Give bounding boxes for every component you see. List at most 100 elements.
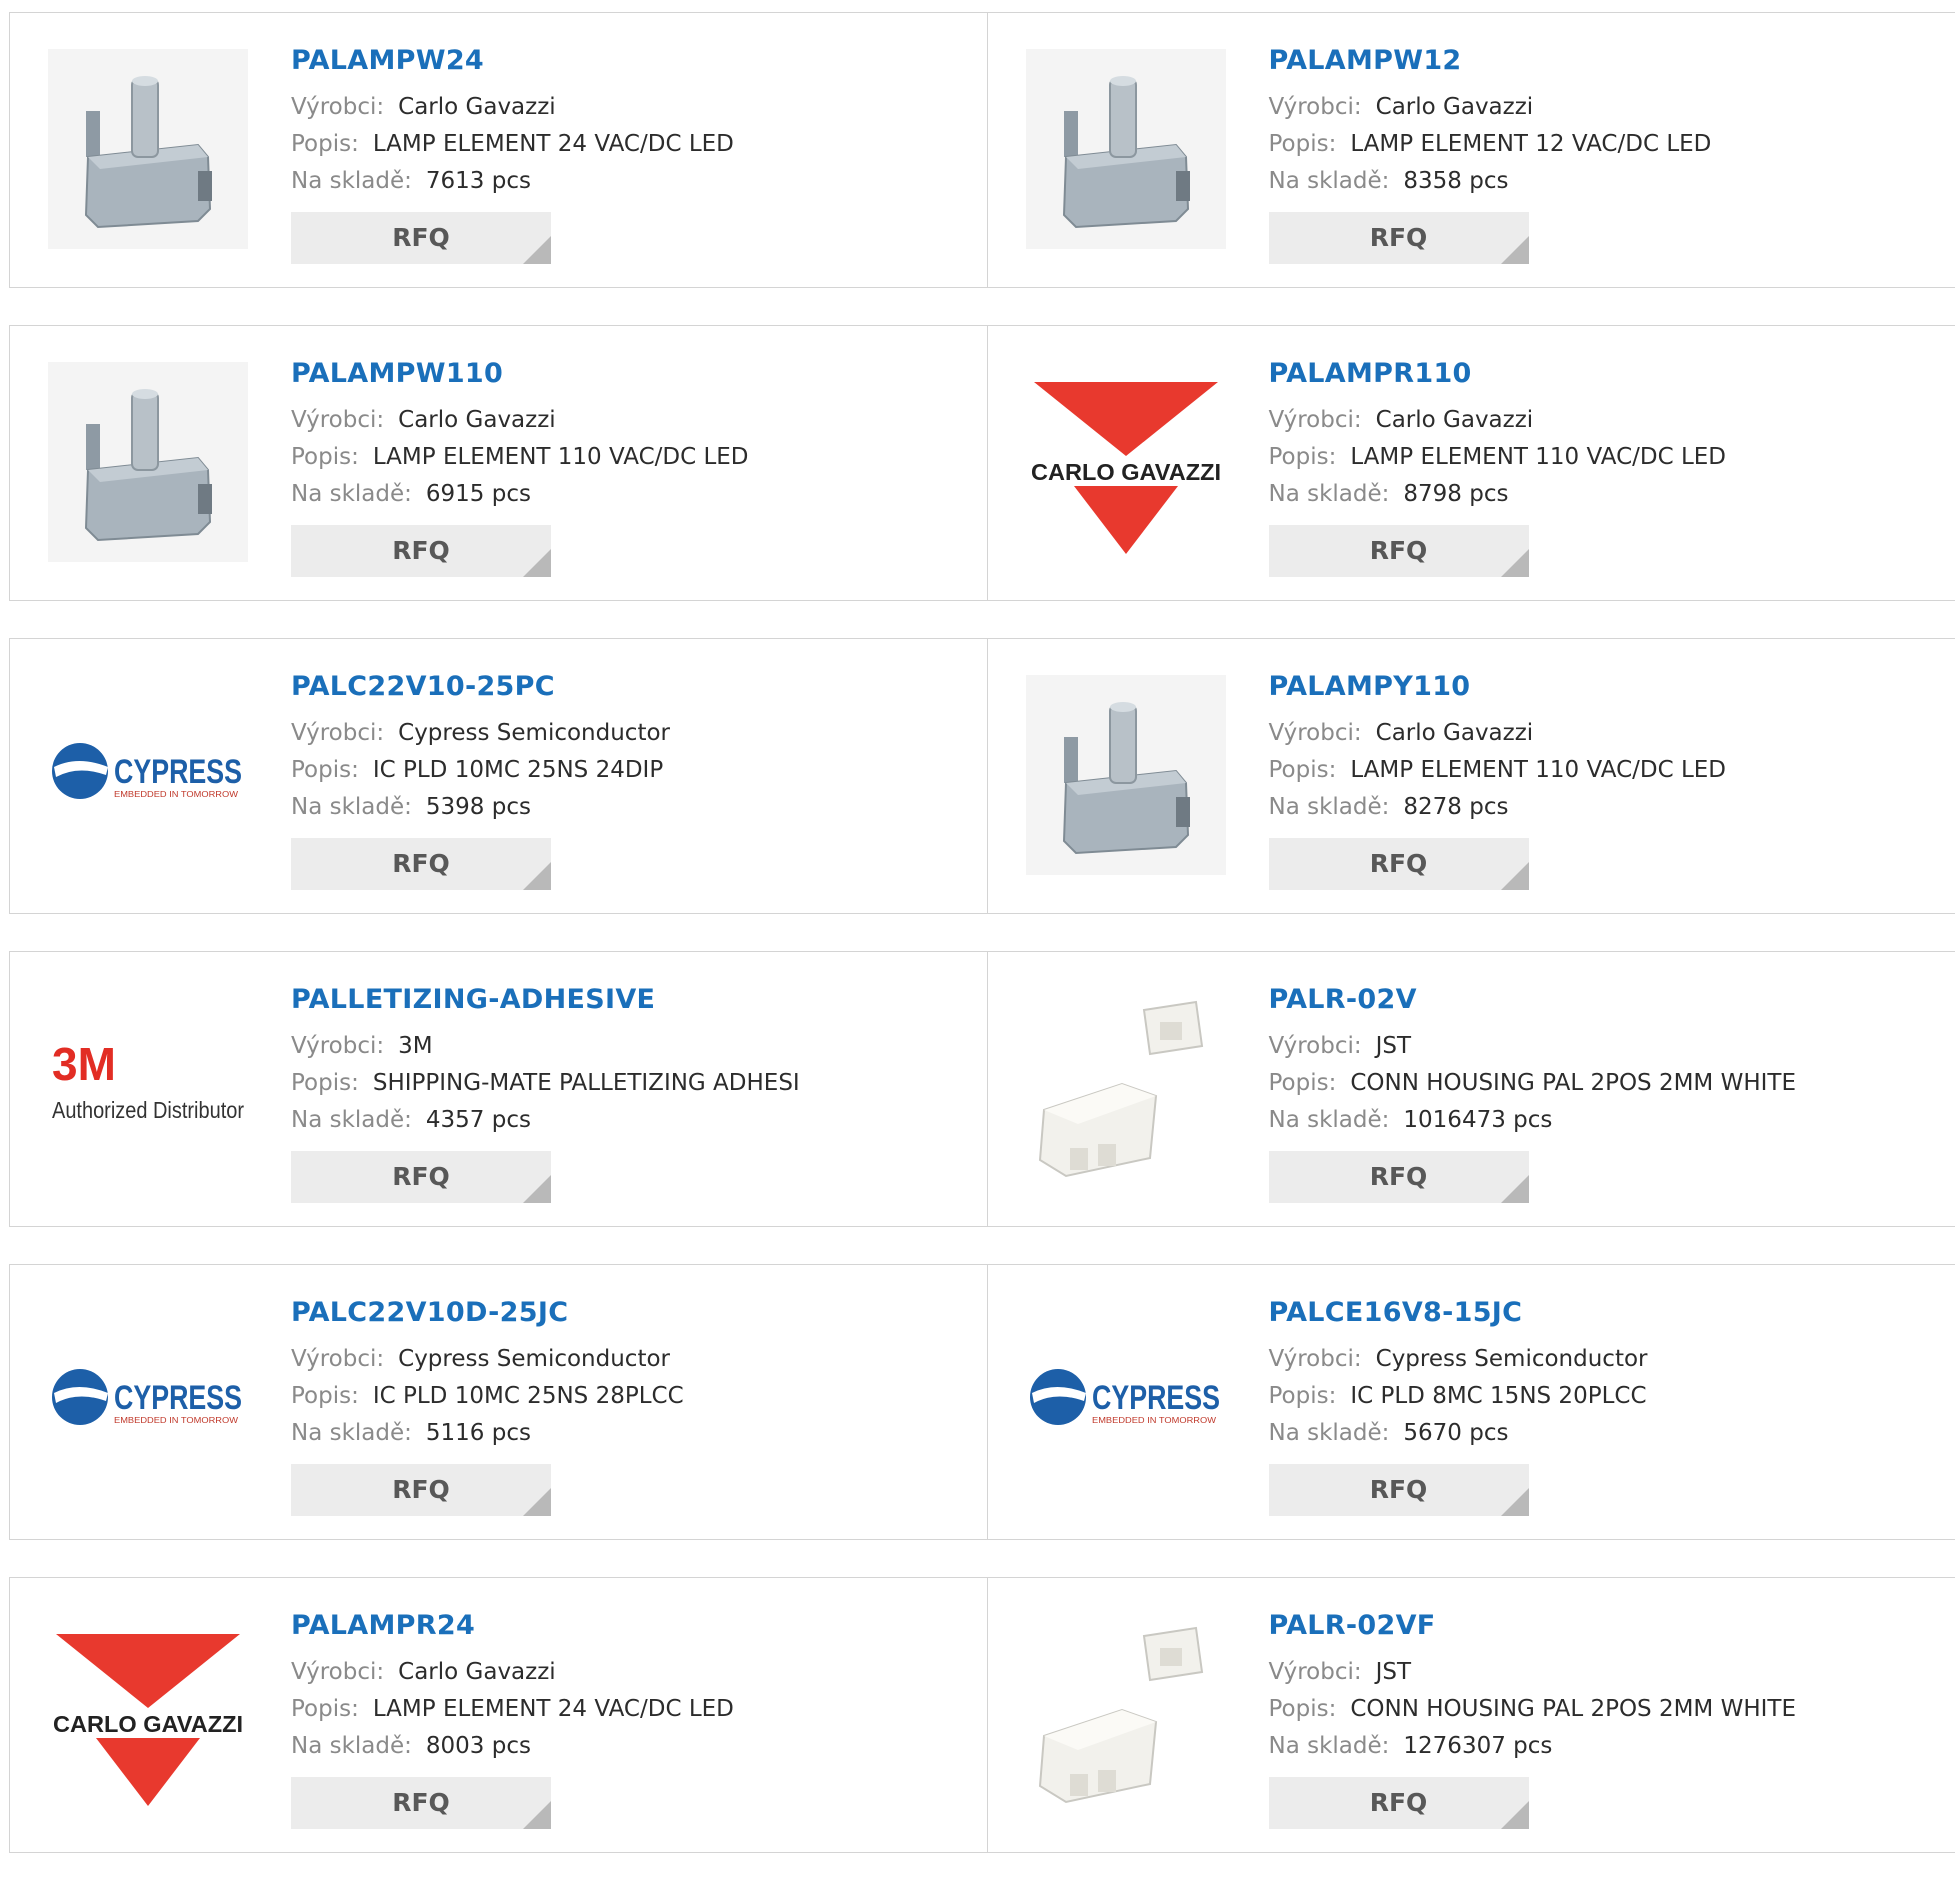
product-image[interactable]: CYPRESSEMBEDDED IN TOMORROW: [1026, 1301, 1226, 1501]
description-label: Popis:: [1269, 757, 1337, 783]
product-image[interactable]: [1026, 675, 1226, 875]
description-value: SHIPPING-MATE PALLETIZING ADHESI: [373, 1070, 800, 1096]
corner-triangle-icon: [1501, 862, 1529, 890]
product-card: PALR-02V Výrobci:JST Popis:CONN HOUSING …: [987, 952, 1955, 1226]
corner-triangle-icon: [523, 862, 551, 890]
connector-housing-photo: [1026, 988, 1226, 1188]
corner-triangle-icon: [1501, 1801, 1529, 1829]
lamp-terminal: [1176, 171, 1190, 201]
lamp-terminal: [198, 171, 212, 201]
manufacturer-value: Cypress Semiconductor: [398, 720, 670, 746]
manufacturer-line: Výrobci:Cypress Semiconductor: [1269, 1341, 1946, 1378]
part-number-link[interactable]: PALAMPW12: [1269, 41, 1946, 89]
manufacturer-line: Výrobci:JST: [1269, 1654, 1946, 1691]
description-line: Popis:IC PLD 10MC 25NS 24DIP: [291, 752, 977, 789]
rfq-label: RFQ: [1370, 223, 1428, 252]
rfq-button[interactable]: RFQ: [291, 838, 551, 890]
stock-value: 7613 pcs: [426, 168, 531, 194]
description-label: Popis:: [291, 757, 359, 783]
connector-small-slot: [1160, 1648, 1182, 1666]
rfq-button[interactable]: RFQ: [1269, 1464, 1529, 1516]
product-image[interactable]: [48, 49, 248, 249]
product-image[interactable]: 3MAuthorized Distributor: [48, 988, 248, 1188]
part-number-link[interactable]: PALLETIZING-ADHESIVE: [291, 980, 977, 1028]
rfq-button[interactable]: RFQ: [291, 212, 551, 264]
part-number-link[interactable]: PALAMPW110: [291, 354, 977, 402]
lamp-tube: [1110, 79, 1136, 157]
rfq-button[interactable]: RFQ: [1269, 525, 1529, 577]
rfq-label: RFQ: [1370, 1788, 1428, 1817]
stock-line: Na skladě:6915 pcs: [291, 476, 977, 513]
lamp-element-photo: [48, 362, 248, 562]
corner-triangle-icon: [1501, 1175, 1529, 1203]
part-number-link[interactable]: PALAMPR24: [291, 1606, 977, 1654]
stock-line: Na skladě: 8798 pcs: [1269, 476, 1946, 513]
rfq-button[interactable]: RFQ: [291, 525, 551, 577]
description-value: LAMP ELEMENT 110 VAC/DC LED: [373, 444, 749, 470]
manufacturer-label: Výrobci:: [1269, 1659, 1362, 1685]
product-grid: PALAMPW24 Výrobci:Carlo Gavazzi Popis:LA…: [9, 12, 1955, 1890]
lamp-tube-cap: [132, 389, 158, 399]
rfq-button[interactable]: RFQ: [291, 1151, 551, 1203]
manufacturer-value: Carlo Gavazzi: [1376, 94, 1534, 120]
manufacturer-line: Výrobci:JST: [1269, 1028, 1946, 1065]
stock-value: 6915 pcs: [426, 481, 531, 507]
manufacturer-value: Carlo Gavazzi: [1376, 720, 1534, 746]
part-number-link[interactable]: PALAMPR110: [1269, 354, 1946, 402]
product-row: CYPRESSEMBEDDED IN TOMORROW PALC22V10-25…: [9, 638, 1955, 914]
corner-triangle-icon: [523, 549, 551, 577]
description-line: Popis:SHIPPING-MATE PALLETIZING ADHESI: [291, 1065, 977, 1102]
rfq-button[interactable]: RFQ: [1269, 1777, 1529, 1829]
part-number-link[interactable]: PALC22V10D-25JC: [291, 1293, 977, 1341]
manufacturer-label: Výrobci:: [291, 407, 384, 433]
product-row: 3MAuthorized Distributor PALLETIZING-ADH…: [9, 951, 1955, 1227]
manufacturer-label: Výrobci:: [291, 1659, 384, 1685]
description-value: LAMP ELEMENT 110 VAC/DC LED: [1350, 444, 1726, 470]
rfq-label: RFQ: [392, 1788, 450, 1817]
manufacturer-line: Výrobci:Carlo Gavazzi: [291, 402, 977, 439]
rfq-button[interactable]: RFQ: [1269, 838, 1529, 890]
product-image[interactable]: [1026, 988, 1226, 1188]
product-image[interactable]: CYPRESSEMBEDDED IN TOMORROW: [48, 1301, 248, 1501]
product-card: PALR-02VF Výrobci:JST Popis:CONN HOUSING…: [987, 1578, 1955, 1852]
description-label: Popis:: [291, 1696, 359, 1722]
lamp-terminal: [1176, 797, 1190, 827]
product-image[interactable]: [1026, 1614, 1226, 1814]
stock-value: 5398 pcs: [426, 794, 531, 820]
description-label: Popis:: [291, 131, 359, 157]
stock-value: 8798 pcs: [1403, 481, 1508, 507]
description-label: Popis:: [291, 444, 359, 470]
product-row: CARLO GAVAZZI PALAMPR24 Výrobci:Carlo Ga…: [9, 1577, 1955, 1853]
description-line: Popis:LAMP ELEMENT 24 VAC/DC LED: [291, 1691, 977, 1728]
stock-label: Na skladě:: [1269, 1733, 1390, 1759]
description-value: LAMP ELEMENT 12 VAC/DC LED: [1350, 131, 1711, 157]
manufacturer-label: Výrobci:: [291, 1346, 384, 1372]
product-image[interactable]: CARLO GAVAZZI: [48, 1614, 248, 1814]
rfq-button[interactable]: RFQ: [1269, 1151, 1529, 1203]
product-image[interactable]: [48, 362, 248, 562]
part-number-link[interactable]: PALC22V10-25PC: [291, 667, 977, 715]
product-image[interactable]: [1026, 49, 1226, 249]
part-number-link[interactable]: PALCE16V8-15JC: [1269, 1293, 1946, 1341]
lamp-tube: [1110, 705, 1136, 783]
logo-tagline: EMBEDDED IN TOMORROW: [114, 790, 239, 799]
product-card: CYPRESSEMBEDDED IN TOMORROW PALC22V10-25…: [10, 639, 987, 913]
connector-small-slot: [1160, 1022, 1182, 1040]
product-image[interactable]: CARLO GAVAZZI: [1026, 362, 1226, 562]
rfq-button[interactable]: RFQ: [291, 1464, 551, 1516]
corner-triangle-icon: [523, 1488, 551, 1516]
part-number-link[interactable]: PALAMPW24: [291, 41, 977, 89]
manufacturer-line: Výrobci:3M: [291, 1028, 977, 1065]
rfq-button[interactable]: RFQ: [1269, 212, 1529, 264]
logo-triangle-top: [56, 1634, 240, 1708]
description-value: LAMP ELEMENT 24 VAC/DC LED: [373, 131, 734, 157]
part-number-link[interactable]: PALAMPY110: [1269, 667, 1946, 715]
stock-line: Na skladě:1276307 pcs: [1269, 1728, 1946, 1765]
part-number-link[interactable]: PALR-02V: [1269, 980, 1946, 1028]
stock-label: Na skladě:: [291, 1107, 412, 1133]
part-number-link[interactable]: PALR-02VF: [1269, 1606, 1946, 1654]
manufacturer-value: Carlo Gavazzi: [398, 94, 556, 120]
product-image[interactable]: CYPRESSEMBEDDED IN TOMORROW: [48, 675, 248, 875]
stock-label: Na skladě:: [1269, 481, 1390, 507]
rfq-button[interactable]: RFQ: [291, 1777, 551, 1829]
